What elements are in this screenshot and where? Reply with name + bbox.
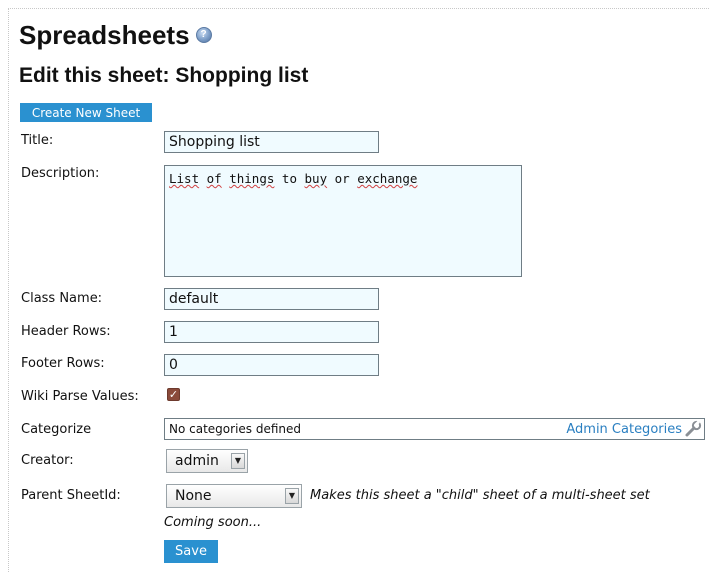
title-label: Title: [21,133,54,148]
header-rows-label: Header Rows: [21,324,111,339]
page-title: Spreadsheets? [19,22,212,48]
wiki-parse-label: Wiki Parse Values: [21,389,139,404]
parent-sheet-label: Parent SheetId: [21,488,121,503]
parent-sheet-select-value: None [175,488,212,504]
description-word: things [229,171,275,186]
description-word: to [281,171,297,186]
save-button[interactable]: Save [164,540,218,563]
categorize-label: Categorize [21,422,92,437]
header-rows-input[interactable]: 1 [164,321,379,343]
creator-select-value: admin [175,453,219,469]
wiki-parse-checkbox[interactable]: ✓ [167,388,180,401]
class-name-input[interactable]: default [164,288,379,310]
footer-rows-label: Footer Rows: [21,356,105,371]
description-word: exchange [357,171,418,186]
description-label: Description: [21,166,100,181]
chevron-down-icon: ▼ [285,488,299,504]
class-name-label: Class Name: [21,291,103,306]
creator-select[interactable]: admin ▼ [166,449,248,473]
chevron-down-icon: ▼ [231,453,245,469]
help-icon[interactable]: ? [195,27,212,44]
page-title-text: Spreadsheets [19,20,190,50]
footer-rows-input[interactable]: 0 [164,354,379,376]
description-textarea[interactable]: List of things to buy or exchange [164,165,522,277]
create-new-sheet-button[interactable]: Create New Sheet [20,103,152,122]
description-word: or [334,171,350,186]
coming-soon-text: Coming soon... [164,515,262,530]
categorize-text: No categories defined [169,422,302,436]
description-word: List [169,171,200,186]
parent-sheet-select[interactable]: None ▼ [166,484,302,508]
wrench-icon[interactable] [684,420,702,438]
parent-sheet-hint: Makes this sheet a "child" sheet of a mu… [310,488,650,503]
creator-label: Creator: [21,453,74,468]
description-word: buy [304,171,328,186]
page-subtitle: Edit this sheet: Shopping list [19,64,309,87]
admin-categories-link[interactable]: Admin Categories [566,422,682,437]
categorize-box: No categories defined Admin Categories [164,418,705,440]
title-input[interactable]: Shopping list [164,131,379,153]
description-word: of [206,171,222,186]
